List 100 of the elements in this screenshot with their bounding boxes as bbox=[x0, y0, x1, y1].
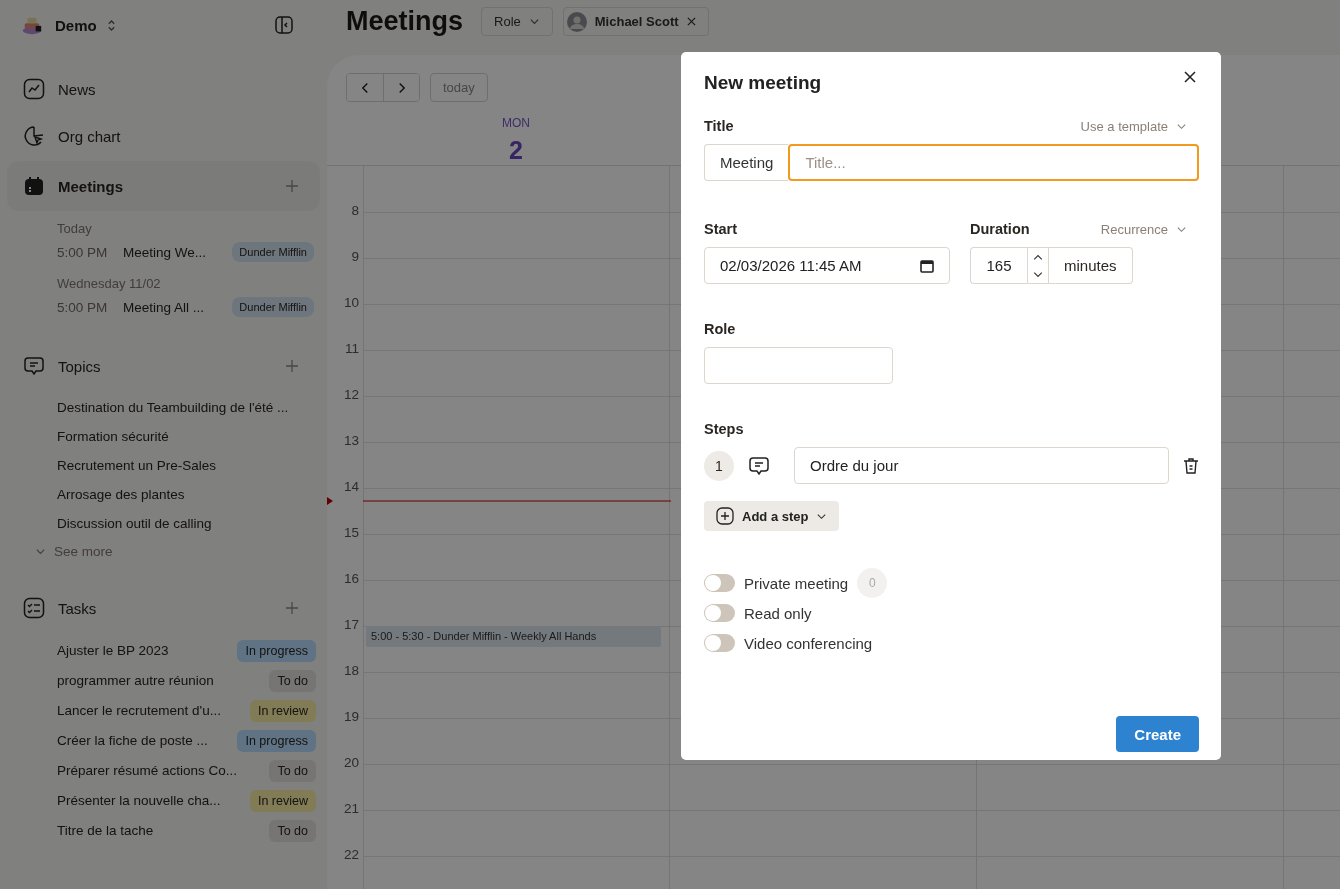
field-label: Start bbox=[704, 221, 739, 237]
add-icon[interactable] bbox=[286, 360, 298, 372]
toggle-label: Read only bbox=[744, 604, 812, 622]
duration-unit: minutes bbox=[1049, 247, 1133, 284]
workspace-switcher[interactable]: Demo bbox=[55, 16, 116, 34]
see-more-link[interactable]: See more bbox=[35, 544, 320, 559]
step-number: 1 bbox=[704, 450, 734, 481]
create-button[interactable]: Create bbox=[1116, 716, 1199, 752]
chevron-down-icon bbox=[528, 16, 540, 27]
toggle-switch[interactable] bbox=[704, 634, 735, 652]
role-dropdown[interactable]: Role bbox=[481, 7, 553, 36]
hour-label: 14 bbox=[343, 479, 359, 494]
calendar-event[interactable]: 5:00 - 5:30 - Dunder Mifflin - Weekly All Hands bbox=[366, 626, 661, 647]
topic-link[interactable]: Discussion outil de calling bbox=[57, 515, 320, 544]
hour-label: 17 bbox=[343, 617, 359, 632]
template-dropdown[interactable]: Use a template bbox=[1080, 118, 1187, 134]
status-badge: To do bbox=[269, 669, 316, 692]
company-tag: Dunder Mifflin bbox=[232, 297, 314, 317]
meeting-link[interactable]: Meeting We... bbox=[123, 244, 207, 260]
next-button[interactable] bbox=[383, 74, 419, 101]
hour-label: 16 bbox=[343, 571, 359, 586]
chat-icon bbox=[23, 355, 45, 377]
chat-icon[interactable] bbox=[748, 454, 770, 477]
add-icon[interactable] bbox=[286, 602, 298, 614]
dialog-title: New meeting bbox=[704, 72, 822, 94]
status-badge: In progress bbox=[237, 639, 316, 662]
page-title: Meetings bbox=[346, 6, 464, 37]
person-name: Michael Scott bbox=[594, 14, 679, 29]
toggle-switch[interactable] bbox=[704, 604, 735, 622]
close-icon[interactable] bbox=[1184, 71, 1196, 83]
chevron-right-icon bbox=[397, 81, 406, 94]
status-badge: To do bbox=[269, 759, 316, 782]
nav-item[interactable]: News bbox=[7, 67, 320, 111]
collapse-sidebar-icon[interactable] bbox=[274, 15, 294, 35]
avatar bbox=[566, 11, 587, 32]
chevron-updown-icon bbox=[106, 18, 116, 32]
hour-label: 18 bbox=[343, 663, 359, 678]
toggle-label: Private meeting bbox=[744, 574, 849, 592]
nav-item[interactable]: Meetings bbox=[7, 161, 320, 211]
person-filter-chip[interactable]: Michael Scott bbox=[562, 7, 709, 36]
field-label: Duration bbox=[970, 221, 1030, 237]
hour-label: 9 bbox=[351, 249, 359, 264]
nav-item[interactable]: Org chart bbox=[7, 114, 320, 158]
meeting-day-label: Today bbox=[57, 221, 93, 236]
status-badge: In progress bbox=[237, 729, 316, 752]
section-title[interactable]: Tasks bbox=[58, 599, 97, 617]
task-link[interactable]: Préparer résumé actions Co... bbox=[57, 763, 238, 778]
day-number: 2 bbox=[509, 136, 523, 165]
start-datetime-input[interactable]: 02/03/2026 11:45 AM bbox=[704, 247, 950, 284]
meeting-time: 5:00 PM bbox=[57, 299, 109, 315]
today-button[interactable]: today bbox=[430, 73, 488, 102]
status-badge: In review bbox=[249, 699, 316, 722]
field-label: Steps bbox=[704, 421, 744, 437]
chevron-down-icon bbox=[35, 546, 46, 557]
status-badge: To do bbox=[269, 819, 316, 842]
hour-label: 21 bbox=[343, 801, 359, 816]
task-link[interactable]: Créer la fiche de poste ... bbox=[57, 733, 208, 748]
add-step-button[interactable]: Add a step bbox=[704, 501, 840, 531]
hour-label: 19 bbox=[343, 709, 359, 724]
toggle-switch[interactable] bbox=[704, 574, 735, 592]
task-link[interactable]: Titre de la tache bbox=[57, 823, 154, 838]
meeting-link[interactable]: Meeting All ... bbox=[123, 299, 205, 315]
hour-label: 13 bbox=[343, 433, 359, 448]
add-icon[interactable] bbox=[286, 180, 298, 192]
recurrence-dropdown[interactable]: Recurrence bbox=[1100, 221, 1187, 237]
calendar-icon bbox=[920, 258, 934, 273]
trash-icon[interactable] bbox=[1183, 456, 1199, 475]
toggle-label: Video conferencing bbox=[744, 634, 873, 652]
hour-label: 10 bbox=[343, 295, 359, 310]
topic-link[interactable]: Recrutement un Pre-Sales bbox=[57, 457, 320, 486]
calendar-icon bbox=[23, 175, 45, 197]
hour-label: 11 bbox=[345, 341, 359, 356]
meeting-day-label: Wednesday 11/02 bbox=[57, 276, 162, 291]
meeting-time: 5:00 PM bbox=[57, 244, 109, 260]
title-input[interactable]: Title... bbox=[788, 144, 1199, 181]
hour-label: 20 bbox=[343, 755, 359, 770]
hour-label: 22 bbox=[343, 847, 359, 862]
status-badge: In review bbox=[249, 789, 316, 812]
task-link[interactable]: Lancer le recrutement d'u... bbox=[57, 703, 221, 718]
count-badge: 0 bbox=[857, 568, 888, 598]
field-label: Role bbox=[704, 321, 736, 337]
duration-input[interactable]: 165 bbox=[970, 247, 1027, 284]
spinner-drawing[interactable] bbox=[1027, 247, 1049, 284]
role-input[interactable] bbox=[704, 347, 893, 384]
field-label: Title bbox=[704, 118, 734, 134]
plus-icon bbox=[716, 507, 734, 525]
section-title[interactable]: Topics bbox=[58, 357, 101, 375]
hour-label: 8 bbox=[351, 203, 359, 218]
weekday-label: MON bbox=[502, 116, 530, 130]
task-link[interactable]: Ajuster le BP 2023 bbox=[57, 643, 169, 658]
step-input[interactable]: Ordre du jour bbox=[794, 447, 1169, 484]
task-link[interactable]: Présenter la nouvelle cha... bbox=[57, 793, 221, 808]
pie-cursor-icon bbox=[23, 125, 45, 147]
topic-link[interactable]: Arrosage des plantes bbox=[57, 486, 320, 515]
topic-link[interactable]: Formation sécurité bbox=[57, 428, 320, 457]
company-tag: Dunder Mifflin bbox=[232, 242, 314, 262]
task-link[interactable]: programmer autre réunion bbox=[57, 673, 214, 688]
hour-label: 15 bbox=[343, 525, 359, 540]
topic-link[interactable]: Destination du Teambuilding de l'été ... bbox=[57, 399, 320, 428]
checklist-icon bbox=[23, 597, 45, 619]
